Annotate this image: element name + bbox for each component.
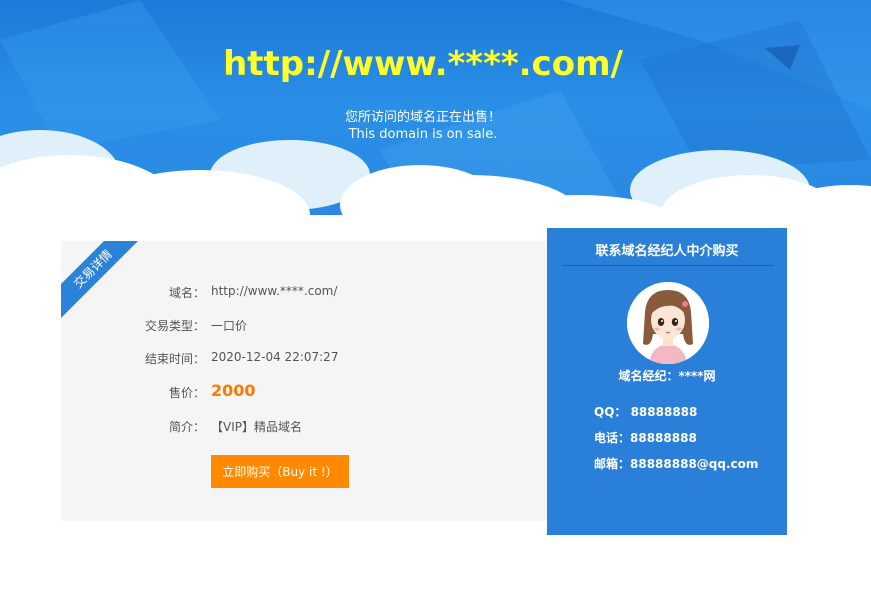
- broker-email: 邮箱：88888888@qq.com: [594, 457, 759, 471]
- site-title: http://www.****.com/: [223, 44, 623, 84]
- detail-label: 交易类型：: [144, 319, 205, 333]
- detail-label: 结束时间：: [144, 352, 205, 366]
- broker-panel-title: 联系域名经纪人中介购买: [595, 244, 739, 259]
- sale-notice-cn: 您所访问的域名正在出售！: [344, 110, 501, 125]
- broker-name: 域名经纪：****网: [618, 369, 716, 383]
- detail-value: 一口价: [211, 319, 248, 333]
- detail-label: 售价：: [168, 386, 205, 400]
- trade-details-ribbon: 交易详情: [61, 241, 151, 327]
- price-value: 2000: [211, 381, 256, 400]
- detail-label: 简介：: [168, 420, 205, 434]
- detail-label: 域名：: [168, 286, 205, 300]
- detail-value: http://www.****.com/: [211, 284, 338, 298]
- trade-details-panel: 交易详情 域名： http://www.****.com/ 交易类型： 一口价 …: [61, 241, 547, 521]
- broker-contact-panel: 联系域名经纪人中介购买 域名经纪：****网 QQ： 88888888 电话：8…: [547, 228, 787, 535]
- detail-value: 【VIP】精品域名: [211, 420, 302, 434]
- detail-value: 2020-12-04 22:07:27: [211, 350, 339, 364]
- hero-banner: http://www.****.com/ 您所访问的域名正在出售！ This d…: [0, 0, 871, 240]
- broker-phone: 电话：88888888: [594, 431, 697, 445]
- girl-avatar-icon: [627, 282, 709, 364]
- divider: [562, 265, 774, 266]
- buy-now-button[interactable]: 立即购买（Buy it !）: [211, 455, 349, 488]
- sale-notice-en: This domain is on sale.: [348, 127, 498, 142]
- broker-avatar: [627, 282, 709, 364]
- broker-qq: QQ： 88888888: [594, 405, 698, 419]
